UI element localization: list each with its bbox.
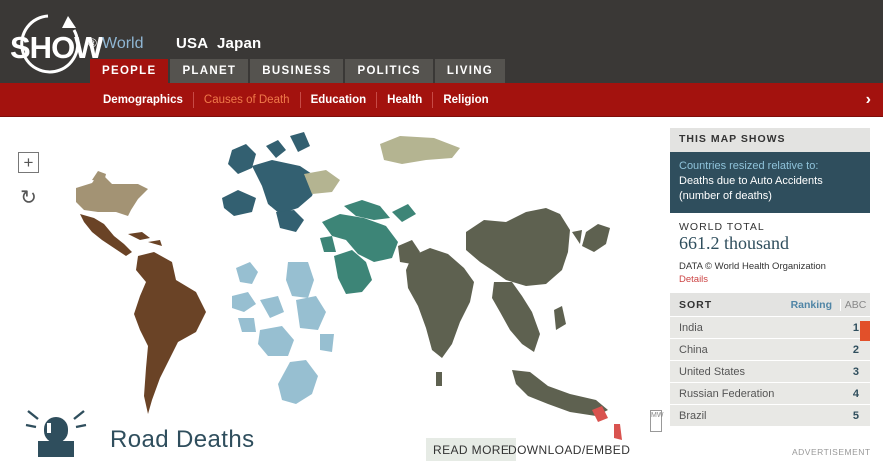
region-central-africa[interactable] <box>258 326 294 356</box>
region-west-africa[interactable] <box>232 292 284 332</box>
ranking-row[interactable]: India 1 <box>670 316 870 338</box>
description-text: Deaths due to Auto Accidents (number of … <box>679 175 823 202</box>
tab-living[interactable]: LIVING <box>434 59 506 83</box>
country-name: Brazil <box>679 409 707 422</box>
sort-bar: SORT Ranking ABC <box>670 293 870 316</box>
map-info-panel: THIS MAP SHOWS Countries resized relativ… <box>670 128 870 426</box>
region-southern-africa[interactable] <box>278 360 318 404</box>
download-embed-link[interactable]: DOWNLOAD/EMBED <box>508 438 630 461</box>
country-name: India <box>679 321 703 334</box>
sort-label: SORT <box>679 298 713 311</box>
sub-navigation: Demographics Causes of Death Education H… <box>0 83 883 117</box>
description-label: Countries resized relative to: <box>679 160 819 172</box>
read-more-button[interactable]: READ MORE <box>426 438 517 461</box>
country-name: United States <box>679 365 746 378</box>
tab-business[interactable]: BUSINESS <box>250 59 344 83</box>
region-china[interactable] <box>466 208 570 286</box>
map-description: Countries resized relative to: Deaths du… <box>670 152 870 213</box>
region-russia[interactable] <box>380 136 460 164</box>
subtab-religion[interactable]: Religion <box>432 92 498 108</box>
sort-abc-button[interactable]: ABC <box>840 298 870 311</box>
tab-planet[interactable]: PLANET <box>170 59 249 83</box>
road-deaths-badge-icon <box>25 410 87 457</box>
region-europe-central[interactable] <box>252 160 318 214</box>
country-link-usa[interactable]: USA <box>176 35 208 52</box>
world-total-value: 661.2 thousand <box>679 233 789 253</box>
sort-ranking-button[interactable]: Ranking <box>791 299 840 311</box>
country-name: Russian Federation <box>679 387 775 400</box>
region-sri-lanka[interactable] <box>436 372 442 386</box>
world-total-label: WORLD TOTAL <box>679 221 765 233</box>
ranking-row[interactable]: Russian Federation 4 <box>670 382 870 404</box>
region-turkey-iran[interactable] <box>322 214 398 262</box>
zoom-in-button[interactable]: + <box>18 152 39 173</box>
region-south-america[interactable] <box>134 252 206 414</box>
tab-people[interactable]: PEOPLE <box>90 59 169 83</box>
data-source: DATA © World Health Organization <box>679 261 826 272</box>
region-east-africa[interactable] <box>296 296 334 352</box>
chevron-right-icon[interactable]: › <box>866 91 871 109</box>
registered-mark: ® <box>88 36 97 50</box>
panel-heading: THIS MAP SHOWS <box>670 128 870 152</box>
main-tabs: PEOPLE PLANET BUSINESS POLITICS LIVING <box>90 59 506 83</box>
logo-world: World <box>102 35 144 52</box>
list-scrollbar[interactable] <box>860 321 870 341</box>
country-rank: 5 <box>852 409 859 422</box>
subtab-causes-of-death[interactable]: Causes of Death <box>192 92 300 108</box>
region-india[interactable] <box>406 248 474 358</box>
country-link-japan[interactable]: Japan <box>217 35 261 52</box>
region-europe-east[interactable] <box>276 210 304 232</box>
country-name: China <box>679 343 708 356</box>
ranking-row[interactable]: United States 3 <box>670 360 870 382</box>
region-indonesia[interactable] <box>512 370 608 416</box>
country-rank: 3 <box>852 365 859 378</box>
region-philippines[interactable] <box>554 306 566 330</box>
region-oceania[interactable] <box>592 406 622 440</box>
advertisement-label: ADVERTISEMENT <box>792 447 871 457</box>
region-united-states[interactable] <box>76 172 148 216</box>
reset-icon[interactable]: ↻ <box>18 188 39 210</box>
world-cartogram-map[interactable] <box>0 118 668 461</box>
region-levant[interactable] <box>320 236 336 252</box>
country-rank: 4 <box>852 387 859 400</box>
details-link[interactable]: Details <box>670 274 870 285</box>
mw-badge: MW <box>650 410 663 432</box>
region-japan-korea[interactable] <box>572 224 610 252</box>
subtab-health[interactable]: Health <box>376 92 432 108</box>
subtab-education[interactable]: Education <box>299 92 377 108</box>
ranking-row[interactable]: China 2 <box>670 338 870 360</box>
top-header: SHOW ® World USA Japan PEOPLE PLANET BUS… <box>0 0 883 83</box>
region-southeast-asia[interactable] <box>492 282 540 352</box>
region-mexico-central[interactable] <box>80 214 132 256</box>
region-caribbean[interactable] <box>128 232 162 246</box>
subtab-demographics[interactable]: Demographics <box>93 92 193 108</box>
ranking-row[interactable]: Brazil 5 <box>670 404 870 426</box>
country-rank: 2 <box>852 343 859 356</box>
map-title: Road Deaths <box>110 426 255 453</box>
tab-politics[interactable]: POLITICS <box>345 59 433 83</box>
